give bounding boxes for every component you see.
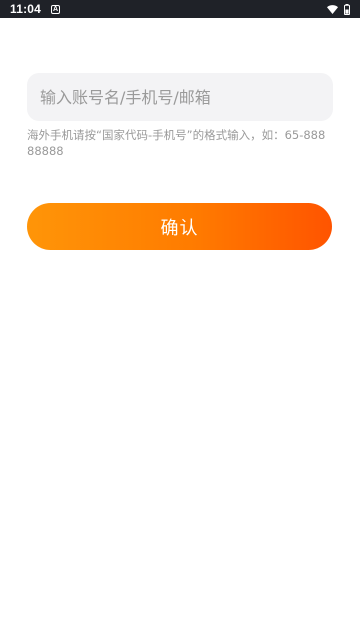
status-icons (327, 3, 350, 15)
account-input[interactable] (27, 73, 333, 121)
format-hint: 海外手机请按“国家代码-手机号”的格式输入，如：65-88888888 (27, 128, 326, 158)
status-time: 11:04 (10, 2, 42, 16)
wifi-icon (327, 4, 338, 14)
status-bar: 11:04 A (0, 0, 360, 18)
a-notification-icon: A (51, 4, 61, 14)
confirm-button[interactable]: 确认 (27, 203, 332, 250)
battery-icon (344, 3, 350, 15)
